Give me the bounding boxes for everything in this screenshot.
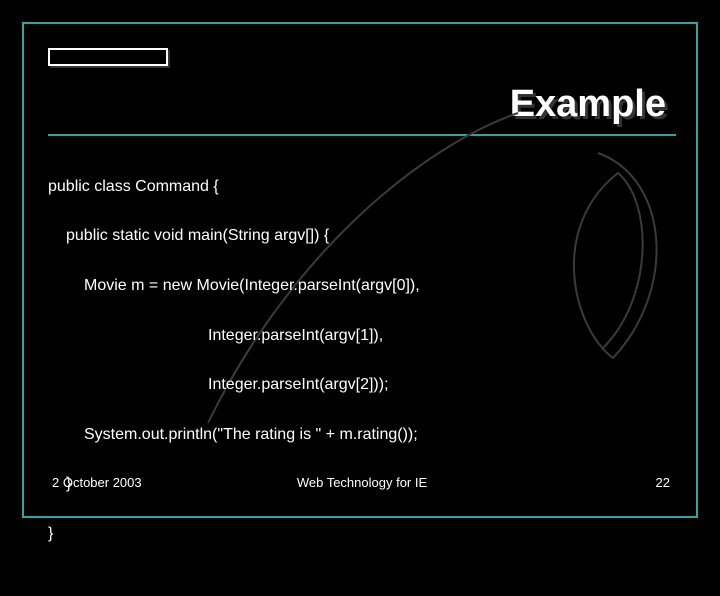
slide-inner: Example public class Command { public st… [48,48,676,496]
code-line: public class Command { [48,175,420,200]
code-line: Movie m = new Movie(Integer.parseInt(arg… [48,274,420,299]
title-accent-box [48,48,168,66]
slide-title: Example [510,83,666,126]
code-block: public class Command { public static voi… [48,150,420,596]
code-line: public static void main(String argv[]) { [48,224,420,249]
code-line: Integer.parseInt(argv[2])); [48,373,420,398]
ink-loop [558,148,688,368]
code-line: System.out.println("The rating is " + m.… [48,423,420,448]
code-line: } [48,522,420,547]
slide-frame: Example public class Command { public st… [22,22,698,518]
footer-center: Web Technology for IE [48,475,676,490]
code-line: Integer.parseInt(argv[1]), [48,324,420,349]
footer-page-number: 22 [656,475,670,490]
